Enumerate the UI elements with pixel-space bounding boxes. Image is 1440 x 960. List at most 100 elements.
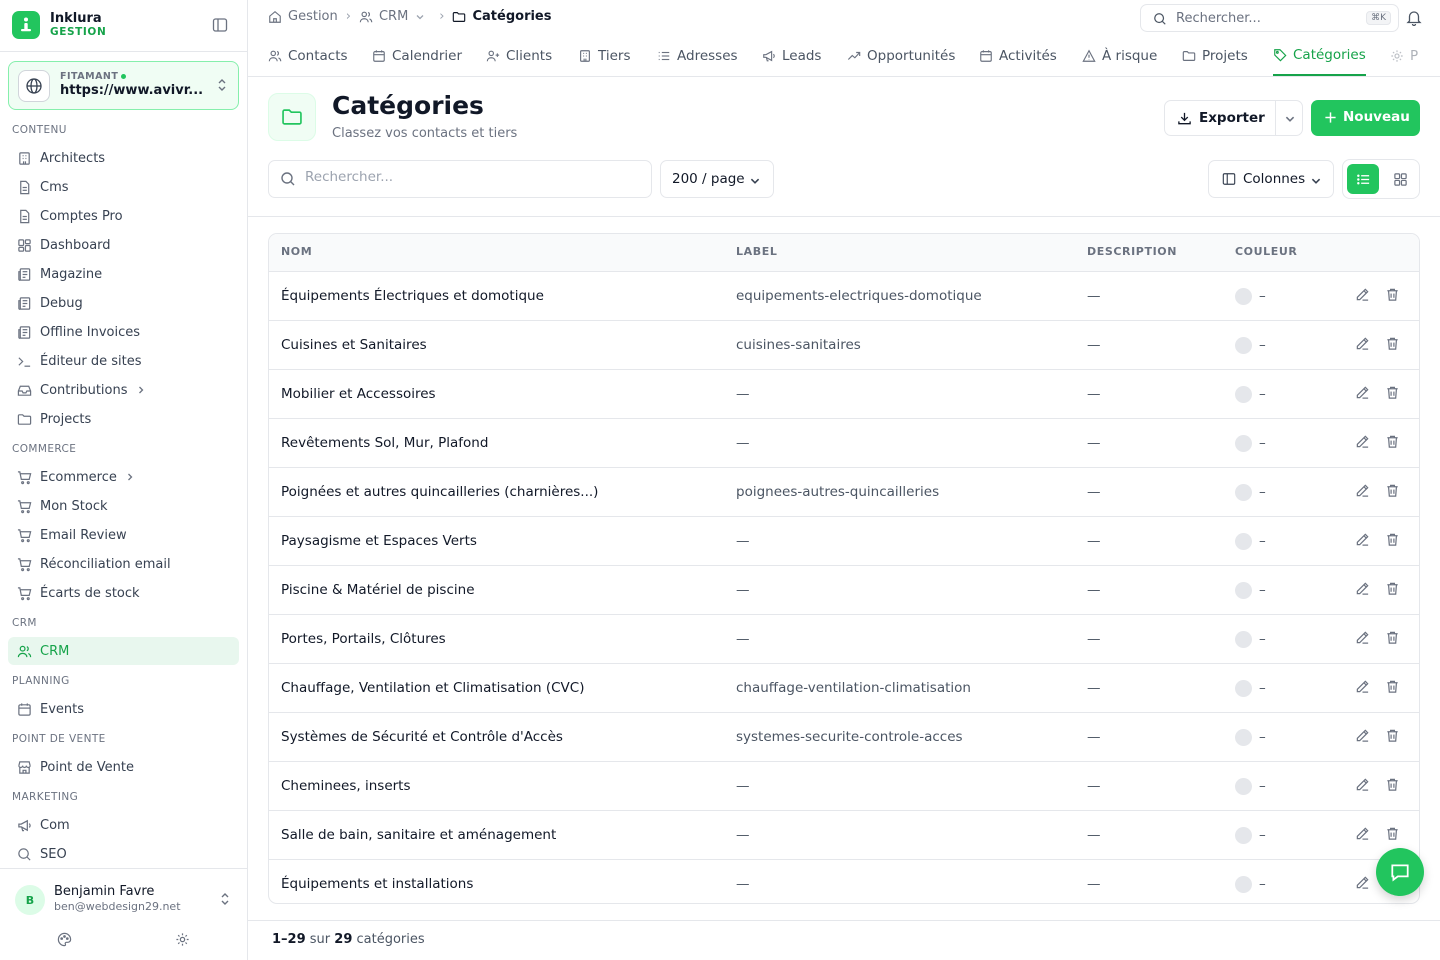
site-switcher[interactable]: FITAMANT https://www.avivr... [8,61,239,110]
chat-button[interactable] [1376,848,1424,896]
sidebar-item-magazine[interactable]: Magazine [8,260,239,288]
trash-icon[interactable] [1385,336,1400,351]
trash-icon[interactable] [1385,630,1400,645]
sidebar-item-com[interactable]: Com [8,811,239,839]
sidebar-item-contributions[interactable]: Contributions [8,376,239,404]
sidebar-toggle-icon[interactable] [212,17,230,35]
tab-adresses[interactable]: Adresses [657,36,738,76]
avatar[interactable]: B [15,885,45,915]
edit-icon[interactable] [1355,728,1370,743]
cell-couleur: – [1259,484,1266,500]
edit-icon[interactable] [1355,385,1370,400]
table-row[interactable]: Paysagisme et Espaces Verts — — – [269,517,1419,566]
sidebar-item-architects[interactable]: Architects [8,144,239,172]
tab-calendrier[interactable]: Calendrier [372,36,462,76]
chevron-updown-icon[interactable] [219,891,231,907]
tab-leads[interactable]: Leads [762,36,821,76]
breadcrumb-home[interactable]: Gestion [268,9,338,24]
sidebar-item-cms[interactable]: Cms [8,173,239,201]
edit-icon[interactable] [1355,287,1370,302]
edit-icon[interactable] [1355,336,1370,351]
table-row[interactable]: Systèmes de Sécurité et Contrôle d'Accès… [269,713,1419,762]
edit-icon[interactable] [1355,679,1370,694]
trash-icon[interactable] [1385,434,1400,449]
table-row[interactable]: Cuisines et Sanitaires cuisines-sanitaire… [269,321,1419,370]
table-row[interactable]: Cheminees, inserts — — – [269,762,1419,811]
trash-icon[interactable] [1385,777,1400,792]
sidebar-item-debug[interactable]: Debug [8,289,239,317]
trash-icon[interactable] [1385,287,1400,302]
edit-icon[interactable] [1355,826,1370,841]
tab-opportunites[interactable]: Opportunités [847,36,955,76]
table-row[interactable]: Salle de bain, sanitaire et aménagement —… [269,811,1419,860]
trash-icon[interactable] [1385,581,1400,596]
bell-icon[interactable] [1406,9,1422,26]
grid-view-button[interactable] [1385,164,1415,194]
table-row[interactable]: Chauffage, Ventilation et Climatisation … [269,664,1419,713]
sidebar-item-events[interactable]: Events [8,695,239,723]
edit-icon[interactable] [1355,777,1370,792]
global-search[interactable]: Rechercher... ⌘K [1140,4,1399,32]
tab-clients[interactable]: Clients [486,36,552,76]
column-header-couleur[interactable]: COULEUR [1235,245,1297,258]
chevron-down-icon[interactable] [1284,113,1296,125]
search-input[interactable] [305,169,635,185]
table-row[interactable]: Portes, Portails, Clôtures — — – [269,615,1419,664]
edit-icon[interactable] [1355,630,1370,645]
table-row[interactable]: Poignées et autres quincailleries (charn… [269,468,1419,517]
table-row[interactable]: Équipements et installations — — – [269,860,1419,903]
tab-a-risque[interactable]: À risque [1082,36,1157,76]
tab-tiers[interactable]: Tiers [578,36,630,76]
trash-icon[interactable] [1385,826,1400,841]
export-button[interactable]: Exporter [1165,101,1275,135]
cell-couleur: – [1259,533,1266,549]
gear-icon[interactable] [175,932,190,947]
tab-activites[interactable]: Activités [979,36,1057,76]
edit-icon[interactable] [1355,483,1370,498]
breadcrumb-crm[interactable]: CRM [359,9,431,24]
sidebar-item-offline-invoices[interactable]: Offline Invoices [8,318,239,346]
cell-label: poignees-autres-quincailleries [736,484,940,500]
new-button[interactable]: Nouveau [1311,100,1420,136]
trash-icon[interactable] [1385,385,1400,400]
sidebar-item-dashboard[interactable]: Dashboard [8,231,239,259]
table-row[interactable]: Mobilier et Accessoires — — – [269,370,1419,419]
chevron-down-icon[interactable] [415,12,425,22]
sidebar-item-editeur-de-sites[interactable]: Éditeur de sites [8,347,239,375]
trash-icon[interactable] [1385,483,1400,498]
columns-button[interactable]: Colonnes [1208,160,1334,198]
brand-logo[interactable] [12,11,40,39]
user-panel[interactable]: B Benjamin Favre ben@webdesign29.net [0,868,247,960]
tab-p[interactable]: P [1390,36,1418,76]
sidebar-item-reconciliation-email[interactable]: Réconciliation email [8,550,239,578]
column-header-nom[interactable]: NOM [281,245,312,258]
sidebar-item-seo[interactable]: SEO [8,840,239,868]
edit-icon[interactable] [1355,532,1370,547]
sidebar-item-email-review[interactable]: Email Review [8,521,239,549]
sidebar-item-crm[interactable]: CRM [8,637,239,665]
tab-projets[interactable]: Projets [1182,36,1248,76]
sidebar-item-mon-stock[interactable]: Mon Stock [8,492,239,520]
tab-contacts[interactable]: Contacts [268,36,348,76]
palette-icon[interactable] [57,932,72,947]
tab-categories[interactable]: Catégories [1273,36,1366,76]
sidebar-item-projects[interactable]: Projects [8,405,239,433]
trash-icon[interactable] [1385,532,1400,547]
trash-icon[interactable] [1385,728,1400,743]
edit-icon[interactable] [1355,875,1370,890]
table-row[interactable]: Piscine & Matériel de piscine — — – [269,566,1419,615]
edit-icon[interactable] [1355,434,1370,449]
sidebar-item-ecarts-de-stock[interactable]: Écarts de stock [8,579,239,607]
table-row[interactable]: Revêtements Sol, Mur, Plafond — — – [269,419,1419,468]
sidebar-item-point-de-vente[interactable]: Point de Vente [8,753,239,781]
sidebar-item-ecommerce[interactable]: Ecommerce [8,463,239,491]
cell-couleur: – [1259,778,1266,794]
column-header-label[interactable]: LABEL [736,245,777,258]
sidebar-item-comptes-pro[interactable]: Comptes Pro [8,202,239,230]
edit-icon[interactable] [1355,581,1370,596]
column-header-description[interactable]: DESCRIPTION [1087,245,1177,258]
per-page-select[interactable]: 200 / page [660,160,774,198]
trash-icon[interactable] [1385,679,1400,694]
list-view-button[interactable] [1347,164,1379,194]
table-row[interactable]: Équipements Électriques et domotique equi… [269,272,1419,321]
